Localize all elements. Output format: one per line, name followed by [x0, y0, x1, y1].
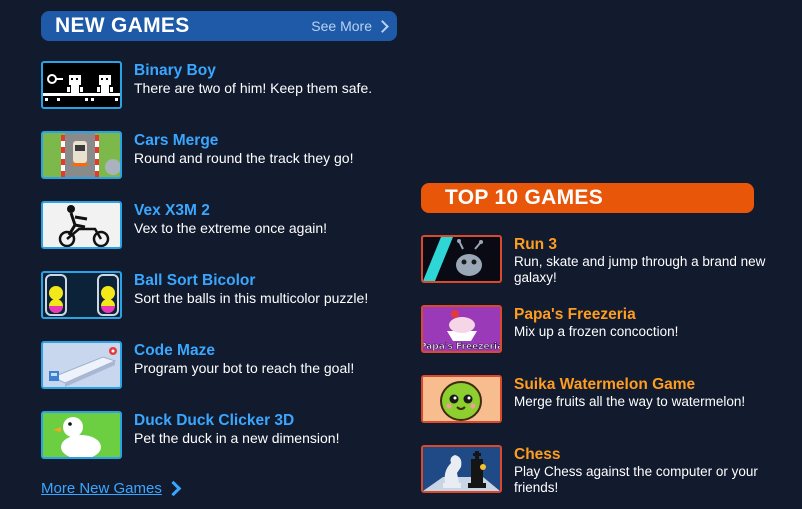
see-more-label: See More	[311, 18, 372, 34]
game-description: Vex to the extreme once again!	[134, 220, 328, 236]
papas-freezeria-thumbnail: Papa's Freezeria	[421, 305, 502, 353]
papas-freezeria-logo-text: Papa's Freezeria	[423, 342, 500, 351]
game-description: Sort the balls in this multicolor puzzle…	[134, 290, 369, 306]
game-info: Binary Boy There are two of him! Keep th…	[134, 61, 396, 109]
game-title[interactable]: Binary Boy	[134, 61, 396, 80]
cars-merge-thumbnail	[41, 131, 122, 179]
chevron-right-icon	[165, 480, 182, 497]
duck-duck-clicker-3d-thumbnail	[41, 411, 122, 459]
game-info: Cars Merge Round and round the track the…	[134, 131, 396, 179]
top-game-item-run-3[interactable]: Run 3 Run, skate and jump through a bran…	[421, 235, 776, 286]
game-description: There are two of him! Keep them safe.	[134, 80, 373, 96]
game-description: Round and round the track they go!	[134, 150, 354, 166]
game-description: Merge fruits all the way to watermelon!	[514, 394, 746, 409]
game-description: Pet the duck in a new dimension!	[134, 430, 340, 446]
game-title[interactable]: Vex X3M 2	[134, 201, 396, 220]
new-game-item-duck-duck-clicker-3d[interactable]: Duck Duck Clicker 3D Pet the duck in a n…	[41, 411, 396, 459]
game-info: Ball Sort Bicolor Sort the balls in this…	[134, 271, 396, 319]
new-games-header: NEW GAMES See More	[41, 11, 397, 41]
game-description: Mix up a frozen concoction!	[514, 324, 679, 339]
binary-boy-thumbnail	[41, 61, 122, 109]
game-info: Code Maze Program your bot to reach the …	[134, 341, 396, 389]
vex-x3m-2-thumbnail	[41, 201, 122, 249]
top-games-title: TOP 10 GAMES	[445, 186, 604, 209]
ball-sort-bicolor-thumbnail	[41, 271, 122, 319]
game-info: Vex X3M 2 Vex to the extreme once again!	[134, 201, 396, 249]
more-new-games-label: More New Games	[41, 480, 162, 497]
top-game-item-chess[interactable]: Chess Play Chess against the computer or…	[421, 445, 776, 496]
code-maze-thumbnail	[41, 341, 122, 389]
game-title[interactable]: Ball Sort Bicolor	[134, 271, 396, 290]
game-description: Play Chess against the computer or your …	[514, 464, 758, 495]
game-title[interactable]: Papa's Freezeria	[514, 305, 776, 324]
game-title[interactable]: Cars Merge	[134, 131, 396, 150]
game-title[interactable]: Code Maze	[134, 341, 396, 360]
new-games-title: NEW GAMES	[55, 14, 190, 37]
game-info: Chess Play Chess against the computer or…	[514, 445, 776, 496]
top-game-item-suika-watermelon-game[interactable]: Suika Watermelon Game Merge fruits all t…	[421, 375, 776, 423]
top-game-item-papas-freezeria[interactable]: Papa's Freezeria Papa's Freezeria Mix up…	[421, 305, 776, 353]
see-more-link[interactable]: See More	[311, 18, 389, 34]
more-new-games-link[interactable]: More New Games	[41, 480, 182, 497]
new-game-item-binary-boy[interactable]: Binary Boy There are two of him! Keep th…	[41, 61, 396, 109]
new-game-item-ball-sort-bicolor[interactable]: Ball Sort Bicolor Sort the balls in this…	[41, 271, 396, 319]
game-title[interactable]: Run 3	[514, 235, 776, 254]
new-game-item-code-maze[interactable]: Code Maze Program your bot to reach the …	[41, 341, 396, 389]
game-title[interactable]: Duck Duck Clicker 3D	[134, 411, 396, 430]
game-info: Papa's Freezeria Mix up a frozen concoct…	[514, 305, 776, 353]
new-game-item-vex-x3m-2[interactable]: Vex X3M 2 Vex to the extreme once again!	[41, 201, 396, 249]
game-title[interactable]: Chess	[514, 445, 776, 464]
chess-thumbnail	[421, 445, 502, 493]
game-info: Run 3 Run, skate and jump through a bran…	[514, 235, 776, 286]
game-description: Run, skate and jump through a brand new …	[514, 254, 766, 285]
game-description: Program your bot to reach the goal!	[134, 360, 355, 376]
new-game-item-cars-merge[interactable]: Cars Merge Round and round the track the…	[41, 131, 396, 179]
chevron-right-icon	[376, 19, 389, 33]
game-title[interactable]: Suika Watermelon Game	[514, 375, 776, 394]
run-3-thumbnail	[421, 235, 502, 283]
suika-watermelon-game-thumbnail	[421, 375, 502, 423]
game-info: Duck Duck Clicker 3D Pet the duck in a n…	[134, 411, 396, 459]
top-games-header: TOP 10 GAMES	[421, 183, 754, 213]
game-info: Suika Watermelon Game Merge fruits all t…	[514, 375, 776, 423]
